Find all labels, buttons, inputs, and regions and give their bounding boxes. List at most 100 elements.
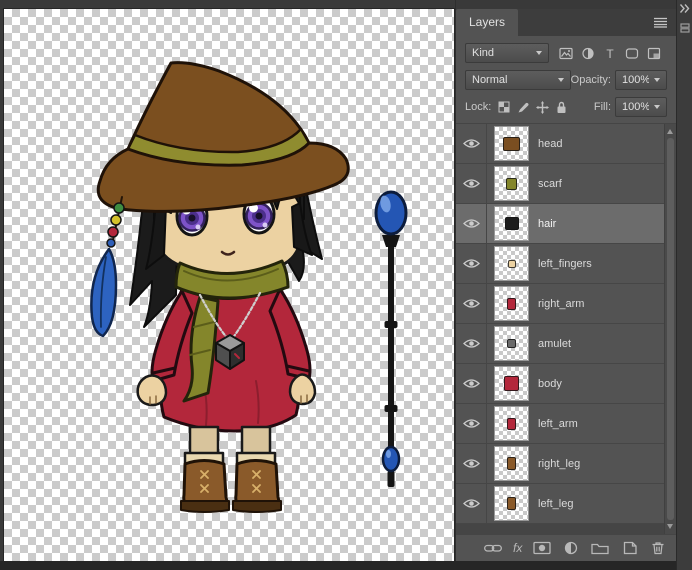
blend-row: Normal Opacity: 100% [465,70,667,90]
panel-menu-button[interactable] [644,9,676,36]
new-layer-button[interactable] [620,540,638,556]
lock-pixels-icon[interactable] [517,101,530,114]
layer-thumbnail[interactable] [494,166,529,201]
visibility-toggle[interactable] [456,164,487,203]
new-group-button[interactable] [591,540,609,556]
layer-thumb-art [507,497,516,510]
layer-row-right-leg[interactable]: right_leg [456,444,676,484]
add-layer-mask-button[interactable] [533,540,551,556]
layer-row-head[interactable]: head [456,124,676,164]
layer-thumbnail[interactable] [494,286,529,321]
layer-name: body [538,377,562,390]
visibility-toggle[interactable] [456,244,487,283]
layer-row-left-leg[interactable]: left_leg [456,484,676,524]
lock-icon-group [498,100,568,114]
dock-collapse-strip [676,0,692,570]
layer-thumb-art [503,136,520,151]
layer-thumbnail[interactable] [494,406,529,441]
opacity-value: 100% [622,74,649,86]
lock-row: Lock: Fill: 100% [465,97,667,117]
layer-thumb-art [504,376,519,391]
layer-row-left-arm[interactable]: left_arm [456,404,676,444]
layer-row-hair[interactable]: hair [456,204,676,244]
link-icon [484,544,502,552]
tab-layers[interactable]: Layers [456,9,519,36]
scrollbar-thumb[interactable] [667,138,674,520]
layer-list: head scarf hair left_fingers right_arm a… [456,124,676,534]
scroll-down-arrow-icon[interactable] [667,524,673,529]
pixel-filter-icon [559,47,573,59]
panel-dock-button[interactable] [677,23,692,33]
visibility-toggle[interactable] [456,404,487,443]
tab-bar-spacer [518,9,644,36]
visibility-toggle[interactable] [456,324,487,363]
filter-pixel-button[interactable] [556,43,576,63]
layer-row-amulet[interactable]: amulet [456,324,676,364]
visibility-toggle[interactable] [456,124,487,163]
lock-position-icon[interactable] [536,100,550,114]
eye-icon [462,499,480,508]
tab-layers-label: Layers [469,15,506,29]
layers-scrollbar[interactable] [664,124,676,534]
layer-thumbnail[interactable] [494,326,529,361]
eye-icon [462,419,480,428]
scroll-up-arrow-icon[interactable] [667,129,673,134]
eye-icon [462,179,480,188]
kind-filter-label: Kind [472,47,495,59]
opacity-select[interactable]: 100% [615,70,667,90]
layer-name: scarf [538,177,562,190]
lock-label: Lock: [465,101,492,113]
layer-thumb-art [506,177,517,190]
layer-name: left_leg [538,497,574,510]
chevron-down-icon [654,105,660,109]
character-art [90,61,350,513]
visibility-toggle[interactable] [456,284,487,323]
collapse-panels-button[interactable] [677,4,692,13]
visibility-toggle[interactable] [456,364,487,403]
link-layers-button[interactable] [484,540,502,556]
folder-icon [591,543,609,555]
staff-art [374,190,408,487]
filter-smart-object-button[interactable] [644,43,664,63]
layer-thumbnail[interactable] [494,366,529,401]
visibility-toggle[interactable] [456,204,487,243]
layer-thumbnail[interactable] [494,126,529,161]
hat-charm-art [90,196,125,338]
layer-thumbnail[interactable] [494,486,529,521]
lock-all-icon[interactable] [555,101,568,114]
layer-thumbnail[interactable] [494,206,529,241]
layer-row-body[interactable]: body [456,364,676,404]
layer-name: left_fingers [538,257,592,270]
layer-thumb-art [507,339,516,348]
fx-icon: fx [513,541,523,555]
visibility-toggle[interactable] [456,444,487,483]
panel-tab-bar: Layers [456,9,676,36]
delete-layer-button[interactable] [649,540,667,556]
eye-icon [462,299,480,308]
layer-thumb-art [507,417,516,430]
blend-mode-value: Normal [472,74,508,86]
visibility-toggle[interactable] [456,484,487,523]
type-filter-icon: T [606,47,614,60]
opacity-label: Opacity: [570,74,611,86]
document-canvas[interactable] [3,8,455,563]
filter-row: Kind T [465,43,667,63]
blend-mode-select[interactable]: Normal [465,70,571,90]
eye-icon [462,379,480,388]
filter-adjustment-button[interactable] [578,43,598,63]
lock-transparency-icon[interactable] [498,101,511,114]
filter-shape-button[interactable] [622,43,642,63]
layer-style-button[interactable]: fx [513,540,522,556]
fill-select[interactable]: 100% [615,97,667,117]
layer-row-left-fingers[interactable]: left_fingers [456,244,676,284]
chevron-down-icon [536,51,542,55]
layer-row-scarf[interactable]: scarf [456,164,676,204]
layer-row-right-arm[interactable]: right_arm [456,284,676,324]
filter-type-button[interactable]: T [600,43,620,63]
kind-filter-select[interactable]: Kind [465,43,549,63]
adjustment-layer-button[interactable] [562,540,580,556]
layer-name: right_arm [538,297,585,310]
layer-thumbnail[interactable] [494,246,529,281]
eye-icon [462,339,480,348]
layer-thumbnail[interactable] [494,446,529,481]
